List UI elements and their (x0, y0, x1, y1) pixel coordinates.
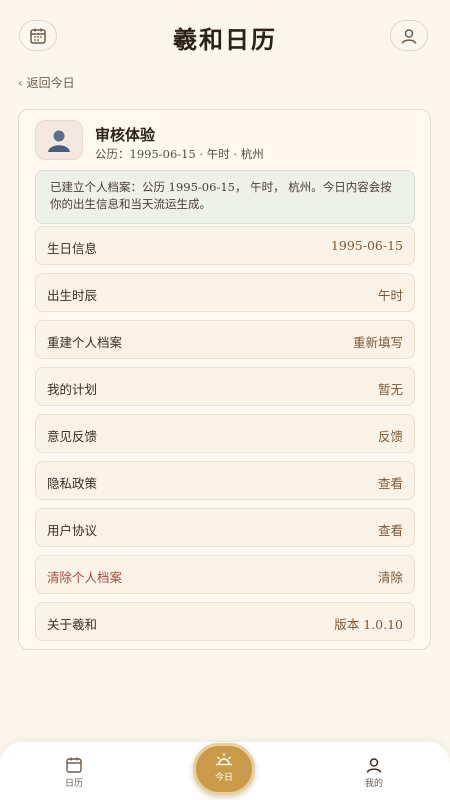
row-my-plan[interactable]: 我的计划 暂无 (35, 367, 415, 406)
row-label: 重建个人档案 (47, 335, 123, 350)
row-value: 版本 1.0.10 (334, 617, 403, 632)
row-value: 1995-06-15 (330, 238, 403, 253)
row-label: 关于羲和 (47, 617, 98, 632)
row-birthday-info[interactable]: 生日信息 1995-06-15 (35, 226, 415, 265)
row-value: 重新填写 (352, 335, 403, 350)
row-value: 午时 (377, 288, 403, 303)
profile-card: 审核体验 公历：1995-06-15 · 午时 · 杭州 已建立个人档案：公历 … (18, 109, 431, 650)
row-rebuild-profile[interactable]: 重建个人档案 重新填写 (35, 320, 415, 359)
nav-calendar-label: 日历 (64, 779, 83, 789)
today-label: 今日 (214, 773, 233, 783)
row-label: 隐私政策 (47, 476, 98, 491)
row-value: 查看 (377, 523, 403, 538)
row-value: 暂无 (377, 382, 403, 397)
row-birth-hour[interactable]: 出生时辰 午时 (35, 273, 415, 312)
row-value: 反馈 (377, 429, 403, 444)
today-button[interactable]: 今日 (193, 743, 255, 795)
row-about[interactable]: 关于羲和 版本 1.0.10 (35, 602, 415, 641)
person-icon (48, 130, 70, 152)
profile-notice: 已建立个人档案：公历 1995-06-15， 午时， 杭州。今日内容会按你的出生… (35, 170, 415, 224)
row-value: 清除 (377, 570, 403, 585)
user-icon (401, 28, 417, 44)
nav-me-label: 我的 (364, 779, 383, 789)
profile-name: 审核体验 (95, 126, 156, 144)
user-icon (366, 758, 382, 773)
nav-calendar[interactable]: 日历 (44, 756, 104, 789)
profile-button[interactable] (390, 20, 428, 51)
row-privacy-policy[interactable]: 隐私政策 查看 (35, 461, 415, 500)
row-label: 我的计划 (47, 382, 98, 397)
row-label: 用户协议 (47, 523, 98, 538)
row-label: 清除个人档案 (47, 570, 123, 585)
sun-icon (216, 753, 232, 766)
top-bar: 羲和日历 (0, 0, 450, 72)
avatar (35, 120, 83, 160)
row-clear-profile[interactable]: 清除个人档案 清除 (35, 555, 415, 594)
app-title: 羲和日历 (173, 25, 277, 54)
row-label: 意见反馈 (47, 429, 98, 444)
row-value: 查看 (377, 476, 403, 491)
row-feedback[interactable]: 意见反馈 反馈 (35, 414, 415, 453)
profile-meta: 公历：1995-06-15 · 午时 · 杭州 (95, 147, 264, 161)
row-user-agreement[interactable]: 用户协议 查看 (35, 508, 415, 547)
calendar-icon (66, 757, 82, 773)
nav-me[interactable]: 我的 (344, 756, 404, 789)
profile-header: 审核体验 公历：1995-06-15 · 午时 · 杭州 (35, 120, 415, 170)
back-to-today-link[interactable]: ‹ 返回今日 (18, 74, 75, 91)
row-label: 生日信息 (47, 241, 98, 256)
row-label: 出生时辰 (47, 288, 98, 303)
